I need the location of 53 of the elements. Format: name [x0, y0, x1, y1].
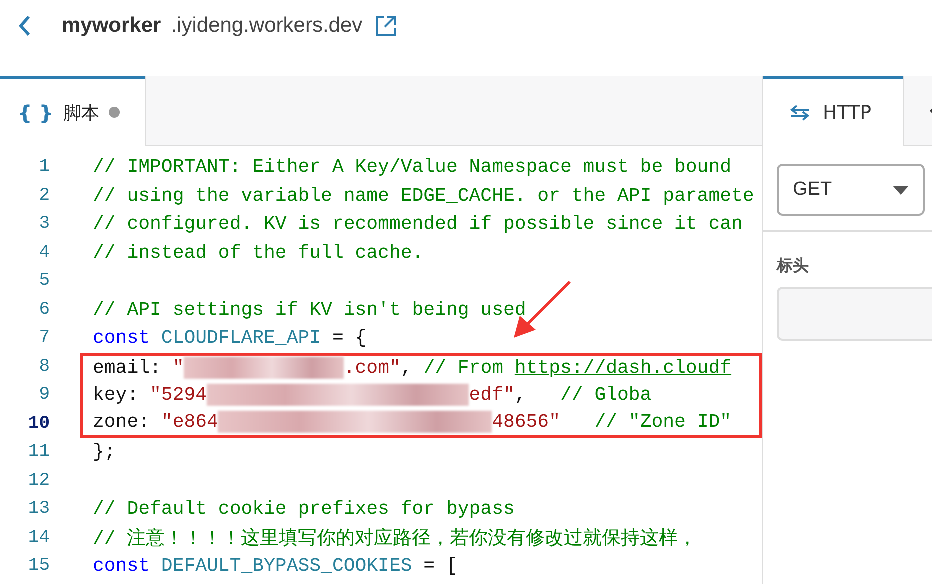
line-number: 6 — [38, 300, 51, 320]
line-number: 15 — [27, 556, 51, 576]
code-text: const — [93, 555, 150, 578]
line-number: 2 — [38, 186, 51, 206]
headers-field[interactable] — [777, 287, 932, 341]
code-text: // IMPORTANT: Either A Key/Value Namespace must be bound — [93, 156, 732, 178]
code-text: DEFAULT_BYPASS_COOKIES — [160, 555, 412, 578]
code-text: "e864 — [161, 411, 218, 434]
code-link[interactable]: https://dash.cloudf — [514, 357, 732, 380]
code-text: , — [514, 384, 528, 406]
caret-icon — [893, 186, 909, 194]
code-text: // Default cookie prefixes for bypass — [93, 498, 515, 520]
code-text: // instead of the full cache. — [93, 242, 424, 264]
code-text: "5294 — [150, 384, 208, 406]
code-text: = [ — [422, 555, 458, 578]
code-text: // "Zone ID" — [594, 411, 732, 434]
line-number: 10 — [27, 414, 51, 434]
external-link-icon[interactable] — [374, 15, 397, 37]
code-text: email: — [93, 357, 162, 380]
code-text: // using the variable name EDGE_CACHE. or the API paramete — [93, 184, 754, 207]
code-text: }; — [93, 441, 116, 464]
code-text: 48656" — [492, 411, 560, 434]
code-text: .com" — [344, 357, 401, 380]
line-number: 7 — [38, 328, 51, 348]
headers-label: 标头 — [777, 256, 810, 277]
line-number: 8 — [38, 356, 51, 377]
worker-name: myworker — [62, 14, 162, 38]
code-text: edf" — [469, 384, 515, 406]
code-text: // configured. KV is recommended if possible since it can — [93, 213, 743, 236]
code-text: " — [172, 357, 184, 380]
line-number: 1 — [38, 157, 51, 178]
code-text: // Globa — [560, 384, 652, 406]
code-text: // 注意！！！！这里填写你的对应路径，若你没有修改过就保持这样， — [93, 526, 698, 551]
code-text: = { — [331, 327, 367, 350]
code-text: // API settings if KV isn't being used — [93, 298, 526, 321]
line-number: 4 — [38, 242, 51, 263]
line-number: 5 — [38, 271, 51, 292]
line-number: 9 — [38, 385, 51, 406]
code-text: zone: — [93, 411, 152, 434]
swap-arrows-icon — [789, 104, 811, 122]
line-number: 14 — [27, 528, 51, 548]
code-text: const — [93, 327, 150, 350]
line-number: 11 — [27, 442, 51, 462]
code-text: // From — [424, 357, 505, 380]
code-text: key: — [93, 384, 140, 406]
worker-domain: .iyideng.workers.dev — [171, 14, 363, 38]
code-text: CLOUDFLARE_API — [160, 327, 322, 350]
braces-icon: { } — [18, 100, 54, 124]
method-select[interactable]: GET — [777, 164, 925, 216]
code-text: , — [400, 357, 414, 380]
line-number: 13 — [27, 499, 51, 520]
line-number: 3 — [38, 214, 51, 234]
line-number: 12 — [27, 470, 51, 491]
